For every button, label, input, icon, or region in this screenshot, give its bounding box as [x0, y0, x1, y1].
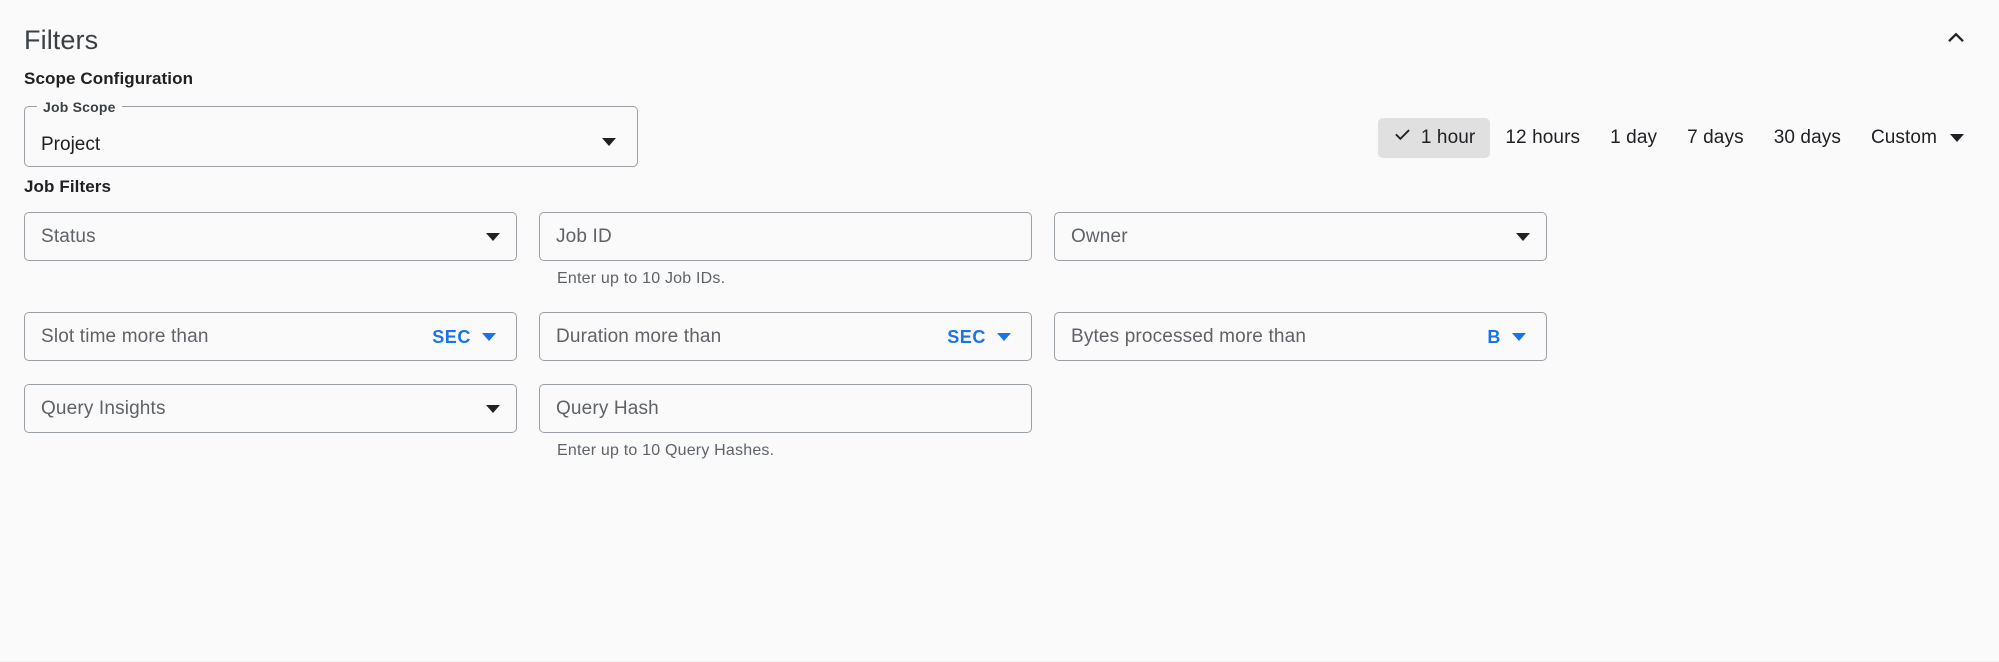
- query-hash-input[interactable]: Query Hash: [539, 384, 1032, 433]
- duration-cell: Duration more than SEC: [539, 312, 1032, 361]
- time-range-option-label: 30 days: [1773, 127, 1841, 148]
- time-range-option-1-day[interactable]: 1 day: [1595, 119, 1672, 157]
- job-scope-value: Project: [41, 134, 101, 155]
- chevron-down-icon: [486, 232, 500, 241]
- slot-time-cell: Slot time more than SEC: [24, 312, 517, 361]
- query-hash-placeholder: Query Hash: [556, 397, 659, 419]
- status-cell: Status: [24, 212, 517, 289]
- time-range-custom-label: Custom: [1870, 127, 1937, 148]
- slot-time-unit-label: SEC: [432, 326, 471, 347]
- chevron-up-icon: [1943, 24, 1969, 50]
- filters-header: Filters: [24, 0, 1975, 55]
- filters-panel: Filters Scope Configuration Job Scope Pr…: [0, 0, 1999, 662]
- time-range-option-label: 12 hours: [1505, 127, 1581, 148]
- check-icon: [1393, 125, 1412, 151]
- filter-row: Query Insights Query Hash Enter up to 10…: [24, 384, 1975, 461]
- job-id-placeholder: Job ID: [556, 225, 612, 247]
- time-range-option-30-days[interactable]: 30 days: [1759, 119, 1856, 157]
- bytes-processed-unit-select[interactable]: B: [1487, 326, 1526, 348]
- chevron-down-icon: [997, 332, 1011, 341]
- bytes-processed-input[interactable]: Bytes processed more than B: [1054, 312, 1547, 361]
- filter-row: Status Job ID Enter up to 10 Job IDs. Ow…: [24, 212, 1975, 289]
- slot-time-input[interactable]: Slot time more than SEC: [24, 312, 517, 361]
- time-range-custom-button[interactable]: Custom: [1856, 119, 1970, 157]
- time-range-selector: 1 hour 12 hours 1 day 7 days 30 days Cus…: [1377, 118, 1970, 158]
- time-range-option-12-hours[interactable]: 12 hours: [1490, 119, 1595, 157]
- query-insights-placeholder: Query Insights: [41, 397, 166, 419]
- bytes-processed-unit-label: B: [1487, 326, 1501, 347]
- job-filters-heading: Job Filters: [24, 177, 112, 196]
- time-range-option-label: 1 hour: [1420, 127, 1476, 148]
- owner-cell: Owner: [1054, 212, 1547, 289]
- job-id-cell: Job ID Enter up to 10 Job IDs.: [539, 212, 1032, 289]
- chevron-down-icon: [602, 138, 616, 146]
- page-title: Filters: [24, 25, 99, 55]
- time-range-option-label: 7 days: [1687, 127, 1744, 148]
- query-hash-hint: Enter up to 10 Query Hashes.: [557, 442, 775, 459]
- slot-time-placeholder: Slot time more than: [41, 325, 209, 347]
- chevron-down-icon: [1516, 232, 1530, 241]
- job-id-hint: Enter up to 10 Job IDs.: [557, 270, 726, 287]
- scope-row: Job Scope Project 1 hour 12 hours 1 day …: [24, 98, 1975, 168]
- chevron-down-icon: [1512, 332, 1526, 341]
- job-scope-outline: Job Scope: [24, 98, 638, 167]
- chevron-down-icon: [1950, 134, 1964, 142]
- query-insights-cell: Query Insights: [24, 384, 517, 461]
- bytes-processed-cell: Bytes processed more than B: [1054, 312, 1547, 361]
- job-id-input[interactable]: Job ID: [539, 212, 1032, 261]
- status-placeholder: Status: [41, 225, 96, 247]
- duration-unit-select[interactable]: SEC: [947, 326, 1011, 348]
- query-hash-cell: Query Hash Enter up to 10 Query Hashes.: [539, 384, 1032, 461]
- collapse-filters-button[interactable]: [1937, 18, 1975, 56]
- owner-select[interactable]: Owner: [1054, 212, 1547, 261]
- status-select[interactable]: Status: [24, 212, 517, 261]
- time-range-option-7-days[interactable]: 7 days: [1672, 119, 1759, 157]
- slot-time-unit-select[interactable]: SEC: [432, 326, 496, 348]
- bytes-processed-placeholder: Bytes processed more than: [1071, 325, 1307, 347]
- filter-row: Slot time more than SEC Duration more th…: [24, 312, 1975, 361]
- job-scope-select[interactable]: Job Scope Project: [24, 98, 638, 167]
- time-range-option-1-hour[interactable]: 1 hour: [1377, 118, 1491, 158]
- chevron-down-icon: [486, 404, 500, 413]
- duration-unit-label: SEC: [947, 326, 986, 347]
- duration-input[interactable]: Duration more than SEC: [539, 312, 1032, 361]
- query-insights-select[interactable]: Query Insights: [24, 384, 517, 433]
- time-range-option-label: 1 day: [1610, 127, 1658, 148]
- duration-placeholder: Duration more than: [556, 325, 722, 347]
- job-filters-grid: Status Job ID Enter up to 10 Job IDs. Ow…: [24, 212, 1975, 461]
- owner-placeholder: Owner: [1071, 225, 1128, 247]
- chevron-down-icon: [482, 332, 496, 341]
- job-scope-label: Job Scope: [42, 98, 117, 116]
- scope-configuration-heading: Scope Configuration: [24, 69, 194, 88]
